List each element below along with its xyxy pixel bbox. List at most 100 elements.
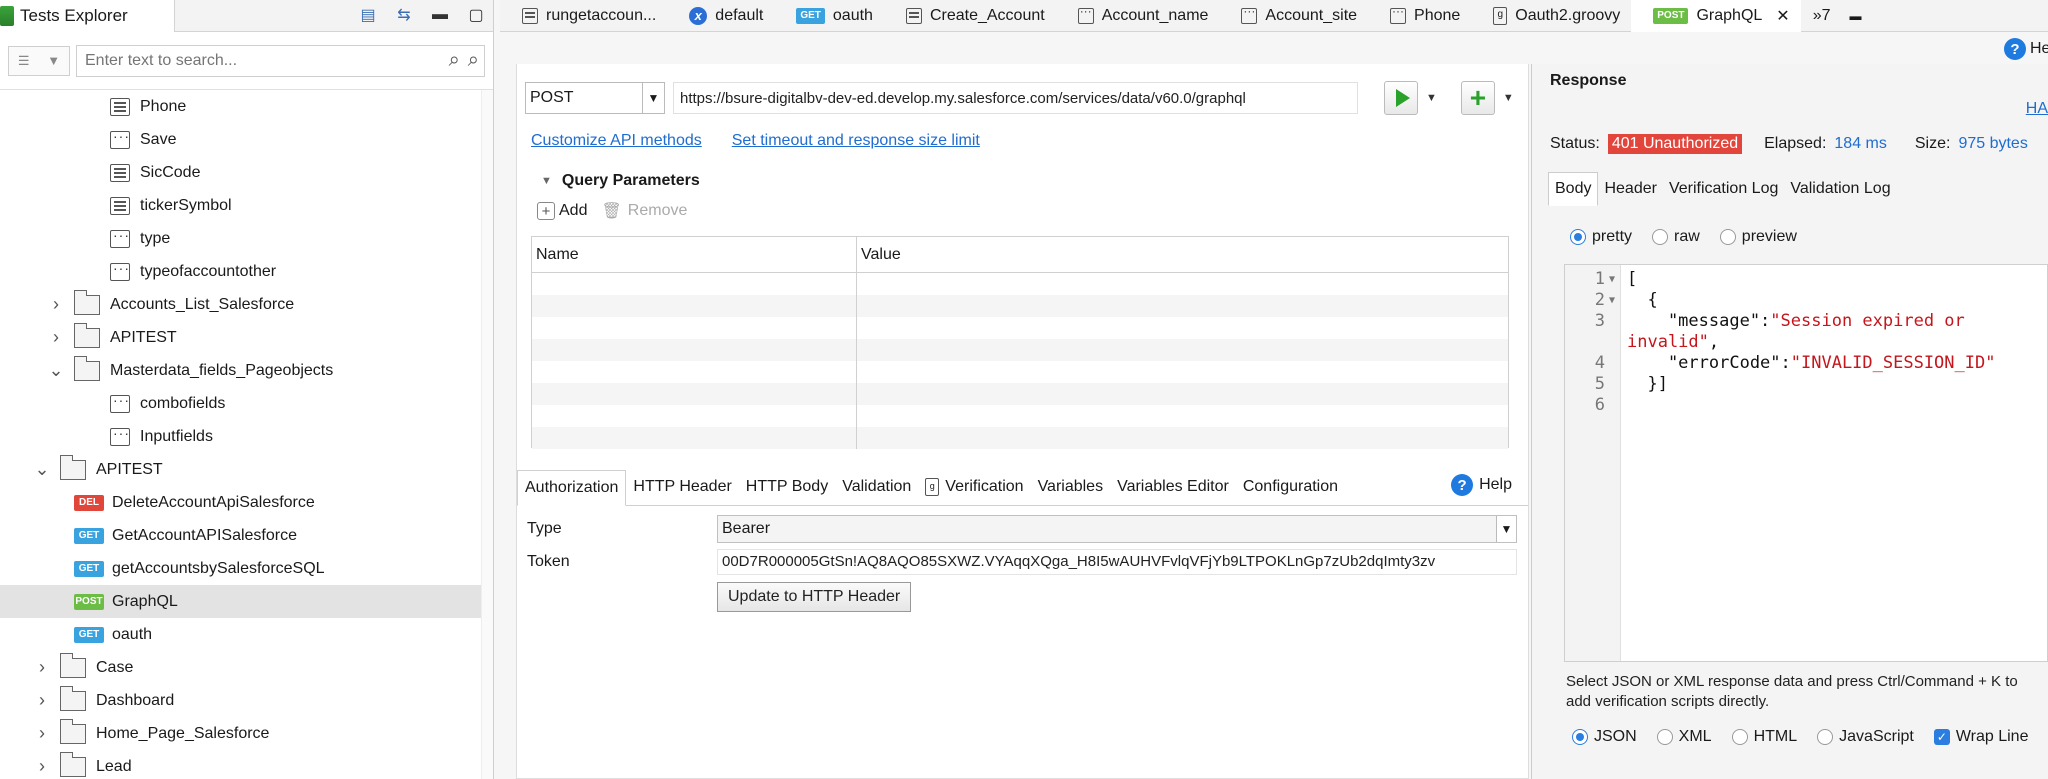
- set-timeout-link[interactable]: Set timeout and response size limit: [732, 132, 980, 150]
- remove-param-button[interactable]: 🗑 Remove: [601, 201, 687, 221]
- table-row[interactable]: [532, 317, 1508, 339]
- chevron-right-icon[interactable]: ›: [48, 327, 64, 348]
- name-cell[interactable]: [532, 273, 857, 295]
- filter-dropdown[interactable]: ☰ ▼: [8, 45, 70, 76]
- format-option-html[interactable]: HTML: [1731, 728, 1797, 746]
- add-dropdown-icon[interactable]: ▼: [1503, 92, 1514, 104]
- tree-item[interactable]: typeofaccountother: [0, 255, 493, 288]
- chevron-right-icon[interactable]: ›: [48, 294, 64, 315]
- tab-configuration[interactable]: Configuration: [1236, 469, 1345, 505]
- response-tab-header[interactable]: Header: [1598, 172, 1662, 206]
- url-input[interactable]: [673, 82, 1358, 114]
- query-parameters-header[interactable]: ▼ Query Parameters: [541, 172, 700, 190]
- table-row[interactable]: [532, 273, 1508, 295]
- auth-type-select[interactable]: Bearer ▼: [717, 514, 1517, 543]
- run-button[interactable]: [1384, 81, 1418, 115]
- view-option-preview[interactable]: preview: [1719, 228, 1797, 246]
- tests-explorer-tab[interactable]: Tests Explorer: [0, 0, 175, 32]
- maximize-icon[interactable]: ▢: [465, 4, 487, 26]
- minimize-icon[interactable]: ▬: [429, 4, 451, 26]
- fold-icon[interactable]: ▼: [1609, 269, 1615, 290]
- tree-item[interactable]: › Lead: [0, 750, 493, 779]
- response-tab-verification-log[interactable]: Verification Log: [1663, 172, 1784, 206]
- table-row[interactable]: [532, 361, 1508, 383]
- token-input[interactable]: [717, 548, 1517, 575]
- tree-item[interactable]: › Home_Page_Salesforce: [0, 717, 493, 750]
- table-row[interactable]: [532, 383, 1508, 405]
- tree-item[interactable]: DEL DeleteAccountApiSalesforce: [0, 486, 493, 519]
- chevron-down-icon[interactable]: ▼: [1496, 515, 1516, 542]
- tree-item[interactable]: › Case: [0, 651, 493, 684]
- add-test-button[interactable]: +: [1460, 81, 1495, 115]
- editor-tab[interactable]: g Oauth2.groovy: [1471, 0, 1631, 32]
- table-row[interactable]: [532, 427, 1508, 449]
- chevron-right-icon[interactable]: ›: [34, 657, 50, 678]
- editor-tab[interactable]: rungetaccoun...: [500, 0, 667, 32]
- close-icon[interactable]: ✕: [1776, 6, 1789, 26]
- tree-item[interactable]: ⌄ Masterdata_fields_Pageobjects: [0, 354, 493, 387]
- tree-item[interactable]: › Accounts_List_Salesforce: [0, 288, 493, 321]
- editor-tab[interactable]: Create_Account: [884, 0, 1056, 32]
- tree-item[interactable]: type: [0, 222, 493, 255]
- chevron-right-icon[interactable]: ›: [34, 756, 50, 777]
- tree-item[interactable]: GET GetAccountAPISalesforce: [0, 519, 493, 552]
- tab-variables[interactable]: Variables: [1031, 469, 1111, 505]
- editor-tab[interactable]: x default: [667, 0, 774, 32]
- name-cell[interactable]: [532, 317, 857, 339]
- name-cell[interactable]: [532, 295, 857, 317]
- tab-authorization[interactable]: Authorization: [517, 470, 627, 506]
- editor-tab[interactable]: Phone: [1368, 0, 1471, 32]
- table-row[interactable]: [532, 405, 1508, 427]
- search-input[interactable]: [76, 44, 485, 77]
- chevron-down-icon[interactable]: ⌄: [48, 360, 64, 381]
- tree-item[interactable]: Inputfields: [0, 420, 493, 453]
- minimize-icon[interactable]: ▬: [1850, 9, 1862, 23]
- tree-item[interactable]: combofields: [0, 387, 493, 420]
- tree-item[interactable]: tickerSymbol: [0, 189, 493, 222]
- tab-http-header[interactable]: HTTP Header: [626, 469, 738, 505]
- customize-api-methods-link[interactable]: Customize API methods: [531, 132, 702, 150]
- help-button[interactable]: ? Help: [1451, 474, 1512, 496]
- har-link[interactable]: HA: [2026, 100, 2048, 118]
- response-tab-body[interactable]: Body: [1548, 172, 1599, 206]
- tree-item[interactable]: ⌄ APITEST: [0, 453, 493, 486]
- format-option-xml[interactable]: XML: [1656, 728, 1712, 746]
- editor-tab[interactable]: Account_site: [1219, 0, 1368, 32]
- response-help-button[interactable]: ? He: [2004, 38, 2048, 60]
- tree-item[interactable]: › APITEST: [0, 321, 493, 354]
- tab-validation[interactable]: Validation: [835, 469, 918, 505]
- run-dropdown-icon[interactable]: ▼: [1426, 92, 1437, 104]
- table-row[interactable]: [532, 339, 1508, 361]
- tree-item[interactable]: GET getAccountsbySalesforceSQL: [0, 552, 493, 585]
- chevron-down-icon[interactable]: ⌄: [34, 459, 50, 480]
- editor-tab[interactable]: GET oauth: [774, 0, 884, 32]
- advanced-search-icon[interactable]: ⌕: [468, 49, 479, 72]
- editor-tab[interactable]: Account_name: [1056, 0, 1220, 32]
- tree-item[interactable]: POST GraphQL: [0, 585, 493, 618]
- name-cell[interactable]: [532, 383, 857, 405]
- wrap-line-checkbox[interactable]: ✓ Wrap Line: [1933, 728, 2028, 746]
- name-cell[interactable]: [532, 361, 857, 383]
- tree-item[interactable]: › Dashboard: [0, 684, 493, 717]
- format-option-javascript[interactable]: JavaScript: [1817, 728, 1914, 746]
- tab-overflow[interactable]: »7: [1801, 0, 1842, 32]
- response-tab-validation-log[interactable]: Validation Log: [1784, 172, 1896, 206]
- view-option-raw[interactable]: raw: [1652, 228, 1700, 246]
- table-body[interactable]: [532, 273, 1508, 449]
- tree-item[interactable]: Phone: [0, 90, 493, 123]
- search-icon[interactable]: ⌕: [449, 49, 460, 72]
- tree-item[interactable]: Save: [0, 123, 493, 156]
- tab-http-body[interactable]: HTTP Body: [739, 469, 835, 505]
- chevron-down-icon[interactable]: ▼: [642, 83, 664, 113]
- chevron-right-icon[interactable]: ›: [34, 690, 50, 711]
- tab-variables-editor[interactable]: Variables Editor: [1110, 469, 1236, 505]
- editor-tab[interactable]: POST GraphQL ✕: [1631, 0, 1801, 32]
- collapse-all-icon[interactable]: ▤: [357, 4, 379, 26]
- name-cell[interactable]: [532, 427, 857, 449]
- tab-verification[interactable]: g Verification: [918, 469, 1030, 505]
- table-row[interactable]: [532, 295, 1508, 317]
- chevron-right-icon[interactable]: ›: [34, 723, 50, 744]
- tree-item[interactable]: GET oauth: [0, 618, 493, 651]
- response-body-editor[interactable]: 1 ▼ [ 2 ▼ { 3 "message":"Session expired o…: [1564, 264, 2048, 662]
- name-cell[interactable]: [532, 405, 857, 427]
